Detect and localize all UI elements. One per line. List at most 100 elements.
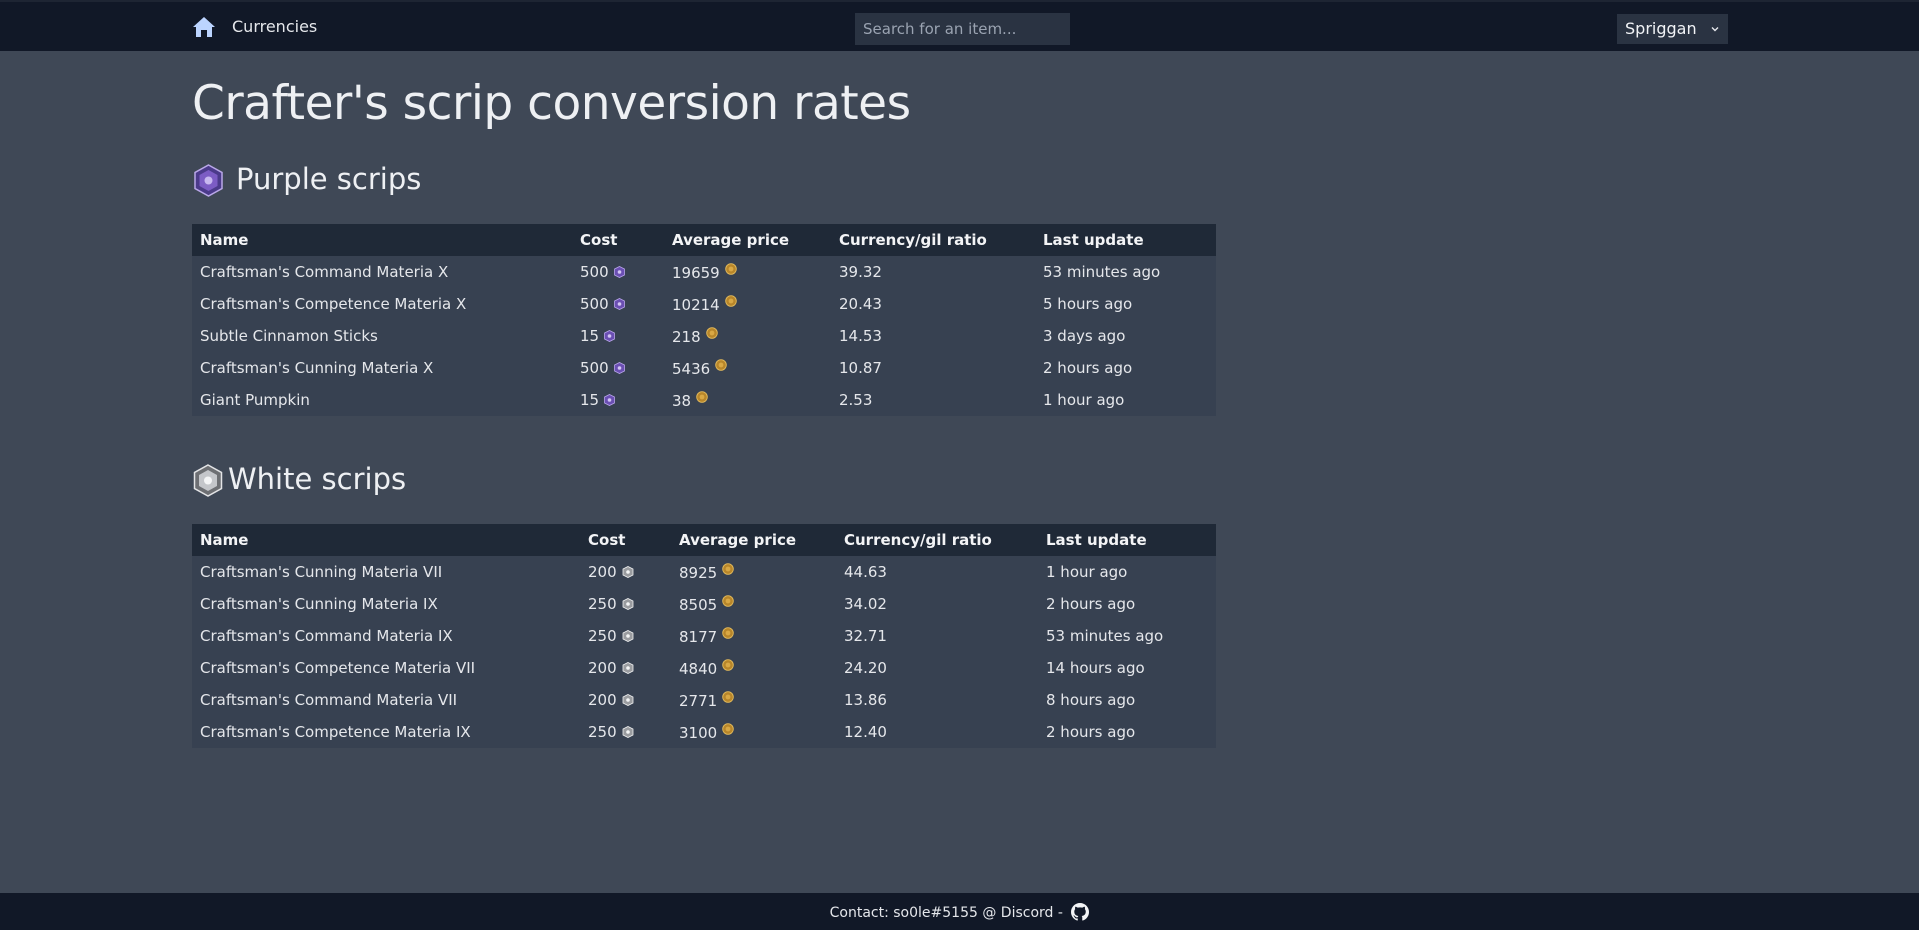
cost-value: 200 <box>588 691 617 709</box>
item-cost: 500 <box>572 256 664 288</box>
cost-value: 250 <box>588 595 617 613</box>
white-scrip-icon <box>622 662 634 674</box>
item-name-text: Craftsman's Command Materia IX <box>200 627 453 645</box>
table-row[interactable]: Craftsman's Competence Materia IX 250 3100… <box>192 716 1216 748</box>
item-average-price: 4840 <box>671 652 836 684</box>
item-name[interactable]: Craftsman's Command Materia IX <box>192 620 580 652</box>
white-scrip-icon <box>622 630 634 642</box>
cost-value: 15 <box>580 391 600 409</box>
item-average-price: 8177 <box>671 620 836 652</box>
item-name-text: Craftsman's Cunning Materia VII <box>200 563 443 581</box>
item-name-text: Craftsman's Cunning Materia X <box>200 359 434 377</box>
item-ratio: 44.63 <box>844 563 887 581</box>
column-header-cost: Cost <box>580 231 618 249</box>
purple-scrip-icon <box>613 298 625 310</box>
search-input[interactable] <box>855 13 1070 45</box>
item-average-price: 19659 <box>664 256 831 288</box>
item-ratio: 20.43 <box>839 295 882 313</box>
item-name-text: Craftsman's Command Materia VII <box>200 691 458 709</box>
price-value: 8177 <box>679 627 718 646</box>
item-name[interactable]: Craftsman's Competence Materia VII <box>192 652 580 684</box>
item-cost: 15 <box>572 384 664 416</box>
white-scrip-icon <box>622 694 634 706</box>
purple-scrip-icon <box>613 362 625 374</box>
item-name-text: Craftsman's Competence Materia IX <box>200 723 471 741</box>
item-name-text: Craftsman's Competence Materia VII <box>200 659 476 677</box>
item-name[interactable]: Craftsman's Cunning Materia IX <box>192 588 580 620</box>
table-row[interactable]: Craftsman's Cunning Materia X 500 5436 10.8… <box>192 352 1216 384</box>
item-average-price: 10214 <box>664 288 831 320</box>
github-icon[interactable] <box>1071 903 1090 921</box>
item-name-text: Giant Pumpkin <box>200 391 310 409</box>
table-header-row: Name Cost Average price Currency/gil rat… <box>192 524 1216 556</box>
purple-scrip-icon <box>613 266 625 278</box>
item-last-update: 1 hour ago <box>1046 563 1128 581</box>
item-name[interactable]: Craftsman's Command Materia VII <box>192 684 580 716</box>
page-title: Crafter's scrip conversion rates <box>192 76 911 131</box>
gil-coin-icon <box>722 722 734 735</box>
item-cost: 200 <box>580 556 671 588</box>
cost-value: 500 <box>580 295 609 313</box>
table-row[interactable]: Craftsman's Command Materia IX 250 8177 32.… <box>192 620 1216 652</box>
footer-contact-text: Contact: so0le#5155 @ Discord - <box>829 905 1063 921</box>
gil-coin-icon <box>722 594 734 607</box>
price-value: 8505 <box>679 595 718 614</box>
purple-scrip-icon <box>194 164 223 197</box>
item-last-update: 14 hours ago <box>1046 659 1145 677</box>
server-select[interactable]: Spriggan <box>1617 14 1728 44</box>
gil-coin-icon <box>715 358 727 371</box>
cost-value: 500 <box>580 359 609 377</box>
white-scrip-icon <box>622 598 634 610</box>
table-row[interactable]: Craftsman's Command Materia X 500 19659 39.… <box>192 256 1216 288</box>
item-cost: 200 <box>580 652 671 684</box>
item-cost: 15 <box>572 320 664 352</box>
gil-coin-icon <box>696 390 708 403</box>
gil-coin-icon <box>705 326 718 339</box>
home-icon[interactable] <box>192 16 216 38</box>
item-last-update: 53 minutes ago <box>1043 263 1161 281</box>
item-name[interactable]: Craftsman's Cunning Materia X <box>192 352 572 384</box>
item-ratio: 13.86 <box>844 691 887 709</box>
price-value: 10214 <box>672 295 720 314</box>
table-row[interactable]: Craftsman's Competence Materia X 500 10214… <box>192 288 1216 320</box>
table-row[interactable]: Giant Pumpkin 15 38 2.53 1 hour ago <box>192 384 1216 416</box>
gil-coin-icon <box>722 626 734 639</box>
table-row[interactable]: Craftsman's Command Materia VII 200 2771 13… <box>192 684 1216 716</box>
item-last-update: 2 hours ago <box>1043 359 1133 377</box>
item-ratio: 34.02 <box>844 595 887 613</box>
purple-scrips-title: Purple scrips <box>236 162 422 196</box>
item-name[interactable]: Craftsman's Competence Materia IX <box>192 716 580 748</box>
price-value: 2771 <box>679 691 718 710</box>
table-row[interactable]: Subtle Cinnamon Sticks 15 218 14.53 3 days a… <box>192 320 1216 352</box>
item-name-text: Craftsman's Cunning Materia IX <box>200 595 438 613</box>
price-value: 3100 <box>679 723 718 742</box>
item-name-text: Craftsman's Competence Materia X <box>200 295 467 313</box>
footer: Contact: so0le#5155 @ Discord - <box>0 893 1919 930</box>
item-average-price: 5436 <box>664 352 831 384</box>
nav-link-currencies[interactable]: Currencies <box>232 17 317 36</box>
item-average-price: 218 <box>664 320 831 352</box>
item-average-price: 38 <box>664 384 831 416</box>
column-header-ratio: Currency/gil ratio <box>844 531 992 549</box>
price-value: 8925 <box>679 563 718 582</box>
item-last-update: 2 hours ago <box>1046 723 1136 741</box>
item-cost: 500 <box>572 288 664 320</box>
column-header-ratio: Currency/gil ratio <box>839 231 987 249</box>
item-cost: 250 <box>580 588 671 620</box>
table-row[interactable]: Craftsman's Competence Materia VII 200 484… <box>192 652 1216 684</box>
item-name[interactable]: Subtle Cinnamon Sticks <box>192 320 572 352</box>
item-average-price: 2771 <box>671 684 836 716</box>
item-name[interactable]: Craftsman's Competence Materia X <box>192 288 572 320</box>
item-name[interactable]: Craftsman's Cunning Materia VII <box>192 556 580 588</box>
item-name[interactable]: Craftsman's Command Materia X <box>192 256 572 288</box>
item-cost: 500 <box>572 352 664 384</box>
gil-coin-icon <box>722 690 734 703</box>
item-cost: 250 <box>580 620 671 652</box>
gil-coin-icon <box>722 562 734 575</box>
table-row[interactable]: Craftsman's Cunning Materia IX 250 8505 34.… <box>192 588 1216 620</box>
item-name[interactable]: Giant Pumpkin <box>192 384 572 416</box>
cost-value: 200 <box>588 659 617 677</box>
table-row[interactable]: Craftsman's Cunning Materia VII 200 8925 44… <box>192 556 1216 588</box>
item-last-update: 3 days ago <box>1043 327 1126 345</box>
table-header-row: Name Cost Average price Currency/gil rat… <box>192 224 1216 256</box>
